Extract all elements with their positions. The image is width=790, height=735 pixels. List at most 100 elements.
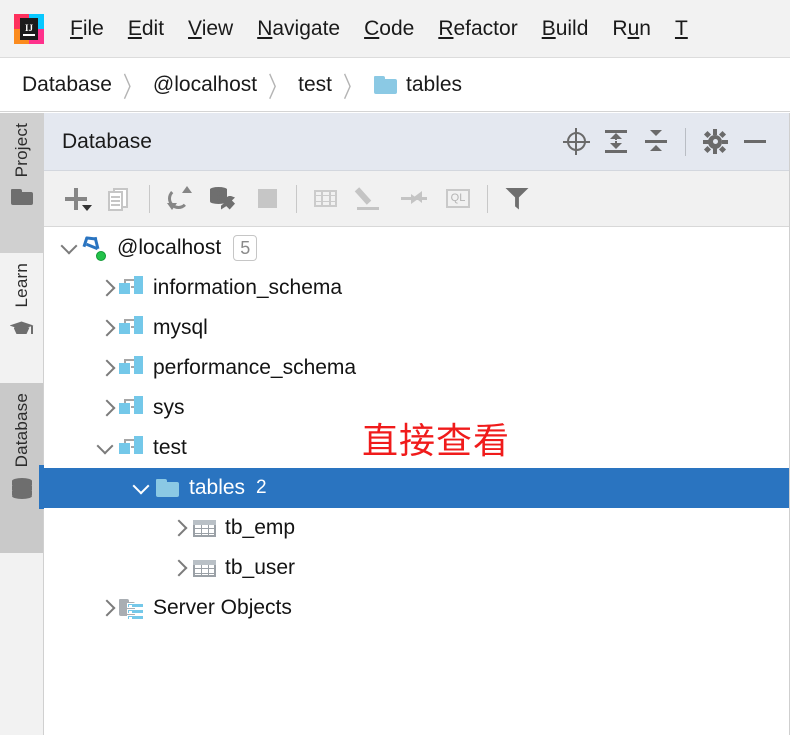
tree-row-tables[interactable]: tables 2 [44,468,789,508]
menu-item-label-rest: iew [201,16,234,40]
open-table-editor-button [304,178,348,220]
schema-icon [118,394,146,422]
menu-item-edit[interactable]: Edit [116,17,176,41]
chevron-right-icon[interactable] [94,588,118,628]
database-icon [9,474,35,500]
tree-row-information-schema[interactable]: information_schema [44,268,789,308]
menu-item-mnemonic: B [541,16,556,40]
menu-bar: IJ File Edit View Navigate Code Refactor Build… [0,0,790,58]
breadcrumb-item-test[interactable]: test [298,73,332,97]
status-badge: 5 [233,235,258,261]
menu-item-navigate[interactable]: Navigate [245,17,352,41]
menu-item-file[interactable]: File [58,17,116,41]
new-button[interactable] [54,178,98,220]
tree-row-label: Server Objects [153,596,292,619]
sidebar-item-label: Database [11,393,31,468]
menu-item-label-rest: n [639,16,651,40]
target-icon [562,128,590,155]
schema-icon [118,314,146,342]
view-directly-note: 直接查看 [362,421,511,462]
folder-icon [9,184,35,210]
tree-row-label: tb_emp [225,516,296,539]
menu-item-label-rest: uild [555,16,589,40]
tool-window-header: Database [44,113,789,171]
menu-item-label-rest: avigate [272,16,341,40]
collapse-all-button[interactable] [636,122,676,162]
menu-item-mnemonic: N [257,16,273,40]
expand-all-button[interactable] [596,122,636,162]
chevron-right-icon[interactable] [166,508,190,548]
tool-window-header-actions [556,122,775,162]
intellij-logo-icon: IJ [14,13,44,44]
menu-item-refactor[interactable]: Refactor [426,17,529,41]
server-objects-icon [118,594,146,622]
chevron-right-icon[interactable] [94,268,118,308]
menu-item-run[interactable]: Run [600,17,663,41]
refresh-button[interactable] [157,178,201,220]
breadcrumb-separator-icon: 〉 [343,72,363,104]
sidebar-item-database[interactable]: Database [0,383,43,553]
tree-row-localhost[interactable]: @localhost 5 [44,228,789,268]
breadcrumb-item-database[interactable]: Database [22,73,112,97]
connection-icon [82,234,110,262]
menu-item-label-rest: dit [141,16,165,40]
tree-row-tb-user[interactable]: tb_user [44,548,789,588]
copy-icon [106,185,134,213]
tree-row-server-objects[interactable]: Server Objects [44,588,789,628]
breadcrumb-item-tables[interactable]: tables [406,73,462,97]
filter-button[interactable] [495,178,539,220]
table-icon [190,554,218,582]
tree-row-mysql[interactable]: mysql [44,308,789,348]
menu-item-build[interactable]: Build [530,17,601,41]
tree-row-label: @localhost [117,236,222,259]
breadcrumb-item-localhost[interactable]: @localhost [153,73,257,97]
breadcrumb-separator-icon: 〉 [122,72,142,104]
toolbar-separator [149,184,150,213]
database-wrench-icon [209,185,237,213]
chevron-down-icon[interactable] [58,228,82,268]
chevron-right-icon[interactable] [94,308,118,348]
sidebar-item-project[interactable]: Project [0,113,43,258]
chevron-right-icon[interactable] [94,388,118,428]
schema-icon [118,434,146,462]
plus-dropdown-icon [62,185,92,213]
schema-icon [118,354,146,382]
ql-console-icon: QL [444,185,472,213]
menu-item-mnemonic: C [364,16,380,40]
menu-item-mnemonic: R [438,16,454,40]
stop-icon [257,189,277,208]
logo-text: IJ [24,23,33,33]
menu-item-label-rest: ile [82,16,104,40]
database-tree[interactable]: @localhost 5 information_schemamysql perfor… [44,228,789,735]
sidebar-item-learn[interactable]: Learn [0,253,43,388]
pencil-icon [354,185,384,213]
hide-button[interactable] [735,122,775,162]
menu-item-mnemonic: V [188,16,202,40]
toolbar-separator [296,184,297,213]
chevron-down-icon[interactable] [130,468,154,508]
table-icon [190,514,218,542]
tree-row-label: test [153,436,187,459]
menu-item-view[interactable]: View [176,17,245,41]
chevron-right-icon[interactable] [166,548,190,588]
tree-row-label: mysql [153,316,208,339]
tree-row-tb-emp[interactable]: tb_emp [44,508,789,548]
open-console-button: QL [436,178,480,220]
refresh-icon [165,185,193,213]
collapse-all-icon [643,128,670,155]
menu-item-tools[interactable]: T [663,17,700,41]
toolbar-separator [487,184,488,213]
tool-window-stripe: Project Learn Database [0,113,44,735]
scroll-from-source-button[interactable] [556,122,596,162]
settings-button[interactable] [695,122,735,162]
folder-icon [154,474,182,502]
tree-row-performance-schema[interactable]: performance_schema [44,348,789,388]
chevron-right-icon[interactable] [94,348,118,388]
minimize-icon [744,140,766,143]
data-source-properties-button[interactable] [201,178,245,220]
menu-item-code[interactable]: Code [352,17,426,41]
filter-icon [505,187,529,210]
chevron-down-icon[interactable] [94,428,118,468]
graduation-cap-icon [9,314,35,340]
database-toolbar: QL [44,171,789,227]
